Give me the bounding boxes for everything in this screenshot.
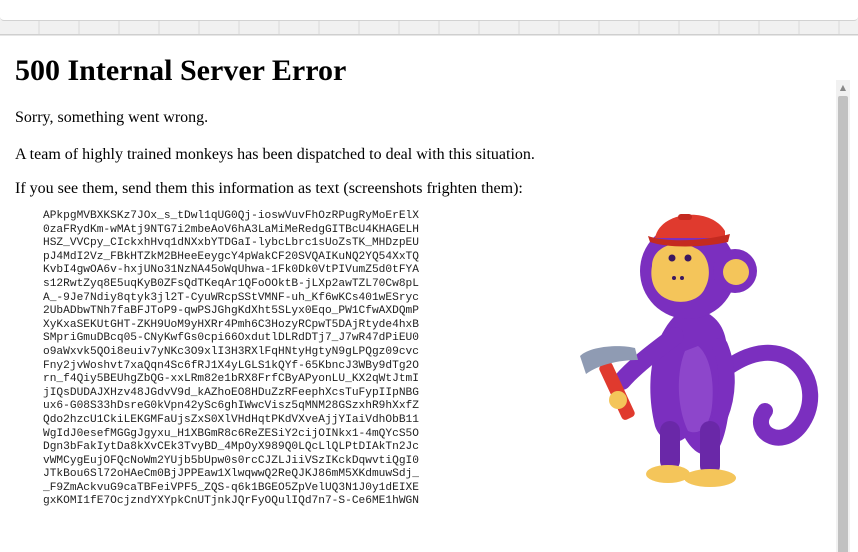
page-viewport: 500 Internal Server Error Sorry, somethi… (0, 36, 858, 552)
browser-top-bar (0, 0, 858, 35)
browser-tab-strip (0, 0, 858, 21)
page-title: 500 Internal Server Error (15, 54, 347, 87)
error-message-2: A team of highly trained monkeys has bee… (15, 146, 535, 163)
error-message-1: Sorry, something went wrong. (15, 109, 209, 126)
scroll-up-arrow-icon[interactable]: ▲ (836, 80, 850, 94)
vertical-scrollbar[interactable]: ▲ ▼ (836, 80, 850, 552)
error-message-3: If you see them, send them this informat… (15, 180, 523, 197)
error-content: 500 Internal Server Error Sorry, somethi… (15, 36, 827, 507)
monkey-with-hammer-illustration (580, 214, 819, 487)
debug-info-block: APkpgMVBXKSKz7JOx_s_tDwl1qUG0Qj-ioswVuvF… (43, 210, 419, 508)
scrollbar-thumb[interactable] (838, 96, 848, 552)
